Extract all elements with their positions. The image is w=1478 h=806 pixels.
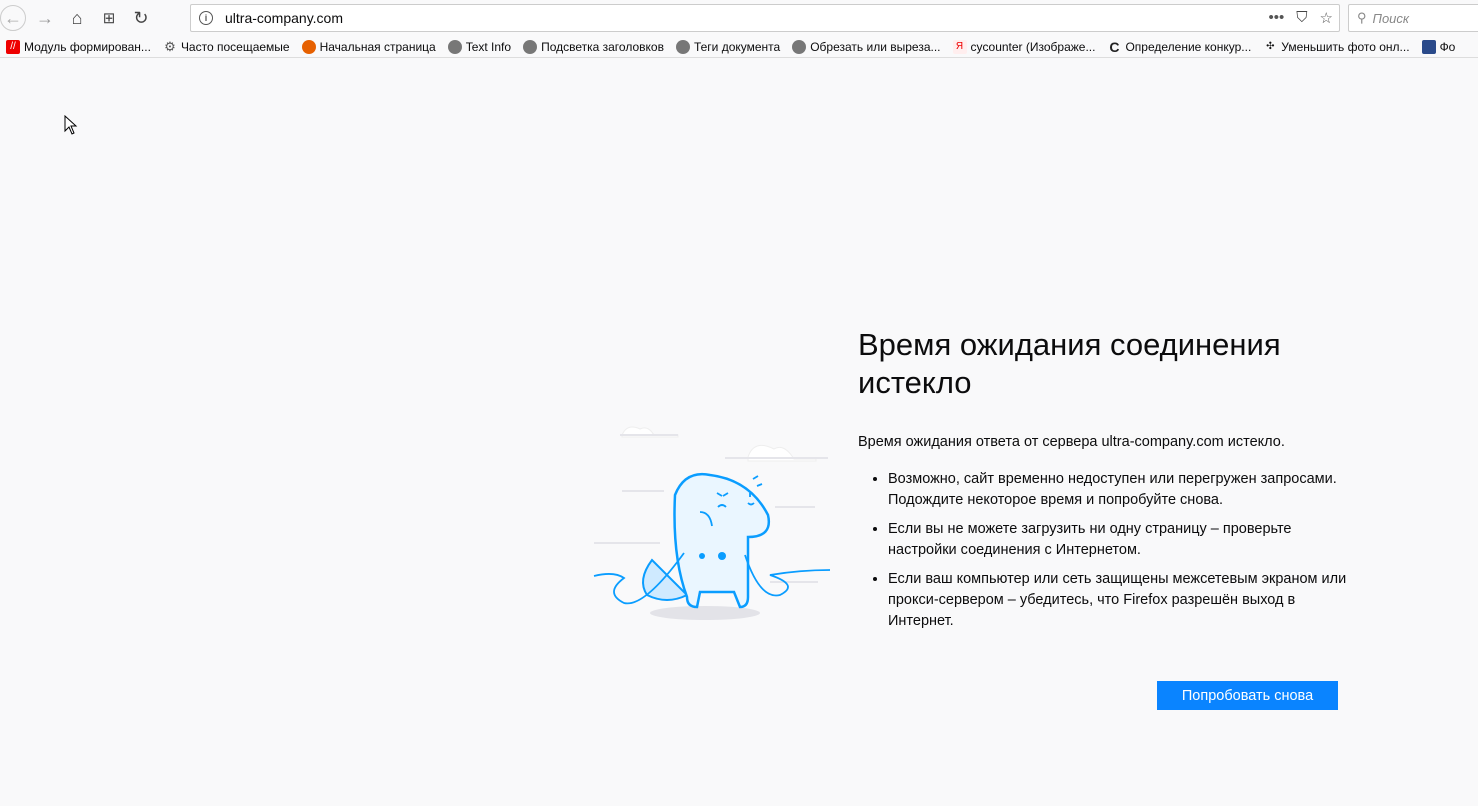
globe-icon	[792, 39, 807, 54]
bookmark-label: Уменьшить фото онл...	[1281, 39, 1410, 54]
search-input[interactable]: ⚲ Поиск	[1348, 4, 1478, 32]
new-tab-icon[interactable]: ⊞	[96, 5, 122, 31]
bookmark-label: cycounter (Изображе...	[970, 39, 1096, 54]
disconnected-dino-illustration	[593, 426, 831, 620]
bookmark-item[interactable]: Яcycounter (Изображе...	[952, 39, 1096, 54]
c-icon: C	[1109, 38, 1120, 55]
bookmark-item[interactable]: // Модуль формирован...	[6, 39, 151, 54]
bookmark-item[interactable]: C Определение конкур...	[1107, 40, 1251, 54]
search-site-icon	[1421, 39, 1436, 54]
bookmarks-bar: // Модуль формирован... ⚙ Часто посещаемые…	[0, 36, 1478, 58]
yandex-icon: Я	[952, 39, 967, 54]
bookmark-item[interactable]: Text Info	[447, 39, 512, 54]
error-suggestions-list: Возможно, сайт временно недоступен или п…	[888, 469, 1358, 640]
bookmark-item[interactable]: Обрезать или выреза...	[792, 39, 941, 54]
mouse-cursor-icon	[64, 115, 78, 135]
bookmark-star-icon[interactable]: ☆	[1320, 9, 1333, 27]
forward-button[interactable]: →	[32, 5, 58, 31]
firefox-icon	[301, 39, 316, 54]
bookmark-label: Фо	[1439, 39, 1456, 54]
search-placeholder: Поиск	[1372, 10, 1410, 26]
globe-icon	[523, 39, 538, 54]
bookmark-label: Подсветка заголовков	[541, 39, 664, 54]
globe-icon	[447, 39, 462, 54]
bookmark-label: Модуль формирован...	[24, 39, 151, 54]
bookmark-item[interactable]: Подсветка заголовков	[523, 39, 664, 54]
resize-icon: ✣	[1266, 40, 1275, 52]
reload-button[interactable]: ↻	[128, 5, 154, 31]
bookmark-item[interactable]: Фо	[1421, 39, 1456, 54]
suggestion-item: Если ваш компьютер или сеть защищены меж…	[888, 569, 1358, 632]
bookmark-label: Начальная страница	[319, 39, 436, 54]
bookmark-item[interactable]: ✣ Уменьшить фото онл...	[1263, 40, 1409, 54]
navigation-toolbar: ← → ⌂ ⊞ ↻ i ultra-company.com ••• ⛉ ☆ ⚲ …	[0, 0, 1478, 36]
bookmark-label: Text Info	[465, 39, 512, 54]
back-button[interactable]: ←	[0, 5, 26, 31]
info-icon[interactable]: i	[199, 11, 213, 25]
url-bar[interactable]: i ultra-company.com ••• ⛉ ☆	[190, 4, 1340, 32]
try-again-button[interactable]: Попробовать снова	[1157, 681, 1338, 710]
error-title: Время ожидания соединения истекло	[858, 327, 1281, 400]
page-actions-icon[interactable]: •••	[1269, 9, 1285, 27]
globe-icon	[675, 39, 690, 54]
home-button[interactable]: ⌂	[64, 5, 90, 31]
pocket-icon[interactable]: ⛉	[1296, 9, 1307, 27]
bookmark-item[interactable]: Начальная страница	[301, 39, 436, 54]
bookmark-label: Теги документа	[693, 39, 781, 54]
error-intro: Время ожидания ответа от сервера ultra-c…	[858, 434, 1285, 450]
suggestion-item: Если вы не можете загрузить ни одну стра…	[888, 519, 1358, 561]
bookmark-label: Обрезать или выреза...	[810, 39, 941, 54]
bookmark-label: Часто посещаемые	[180, 39, 290, 54]
bookmark-item[interactable]: Теги документа	[675, 39, 781, 54]
suggestion-item: Возможно, сайт временно недоступен или п…	[888, 469, 1358, 511]
bookmark-label: Определение конкур...	[1125, 39, 1252, 54]
search-icon: ⚲	[1357, 10, 1367, 25]
url-text: ultra-company.com	[225, 10, 344, 26]
bookmark-item[interactable]: ⚙ Часто посещаемые	[163, 38, 290, 54]
module-icon: //	[6, 39, 20, 54]
gear-icon: ⚙	[164, 38, 176, 54]
